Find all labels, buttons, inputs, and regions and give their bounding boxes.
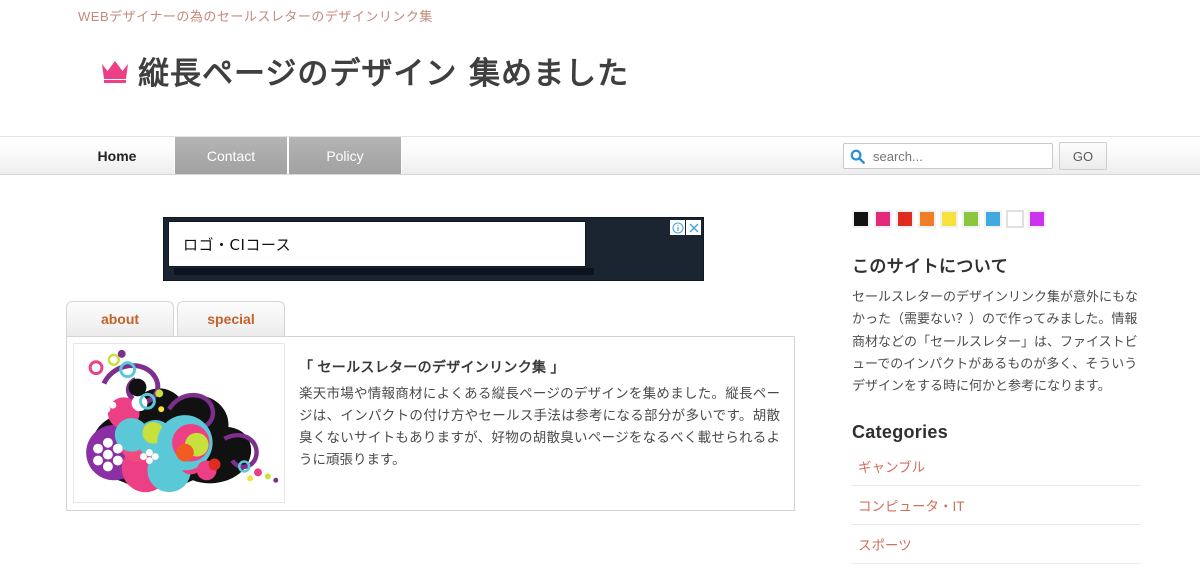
categories-heading: Categories <box>852 421 949 442</box>
color-swatches <box>852 210 1140 228</box>
close-icon <box>688 222 699 233</box>
page-root: WEBデザイナーの為のセールスレターのデザインリンク集 縦長ページのデザイン 集… <box>0 0 1200 564</box>
content-body: 「 セールスレターのデザインリンク集 」 楽天市場や情報商材によくある縦長ページ… <box>299 343 788 504</box>
site-tagline: WEBデザイナーの為のセールスレターのデザインリンク集 <box>78 9 433 24</box>
swatch-yellow[interactable] <box>940 210 958 228</box>
ad-badges <box>670 220 701 235</box>
site-header: WEBデザイナーの為のセールスレターのデザインリンク集 縦長ページのデザイン 集… <box>0 0 1200 136</box>
crown-icon <box>102 60 128 83</box>
search-box[interactable] <box>843 143 1053 169</box>
search-input[interactable] <box>871 147 1046 165</box>
ad-info-button[interactable] <box>670 220 685 235</box>
swatch-pink[interactable] <box>874 210 892 228</box>
search-go-button[interactable]: GO <box>1059 142 1107 170</box>
nav-item-home[interactable]: Home <box>60 137 174 174</box>
category-item[interactable]: ギャンブル <box>852 447 1140 486</box>
swatch-red[interactable] <box>896 210 914 228</box>
ad-creative[interactable]: ロゴ・CIコース <box>168 221 586 267</box>
nav-items: Home Contact Policy <box>60 137 402 174</box>
site-logo[interactable]: 縦長ページのデザイン 集めました <box>100 48 629 93</box>
ad-banner[interactable]: ロゴ・CIコース <box>163 217 704 281</box>
decorative-floral-circles-graphic <box>73 343 285 503</box>
sidebar: このサイトについて セールスレターのデザインリンク集が意外にもなかった（需要ない… <box>852 210 1140 564</box>
site-logo-text: 縦長ページのデザイン 集めました <box>138 56 630 92</box>
ad-shadow <box>174 268 594 275</box>
search-area: GO <box>843 142 1107 170</box>
swatch-white[interactable] <box>1006 210 1024 228</box>
info-icon <box>671 221 684 234</box>
swatch-magenta[interactable] <box>1028 210 1046 228</box>
swatch-blue[interactable] <box>984 210 1002 228</box>
about-heading: このサイトについて <box>852 257 1009 276</box>
swatch-orange[interactable] <box>918 210 936 228</box>
nav-item-policy[interactable]: Policy <box>288 137 402 174</box>
content-panel: 「 セールスレターのデザインリンク集 」 楽天市場や情報商材によくある縦長ページ… <box>66 336 795 511</box>
tab-about[interactable]: about <box>66 301 174 336</box>
swatch-black[interactable] <box>852 210 870 228</box>
content-tabs: about special <box>66 301 285 336</box>
content-title: 「 セールスレターのデザインリンク集 」 <box>299 359 565 375</box>
content-text: 楽天市場や情報商材によくある縦長ページのデザインを集めました。縦長ページは、イン… <box>299 386 780 467</box>
swatch-green[interactable] <box>962 210 980 228</box>
ad-text: ロゴ・CIコース <box>183 235 292 254</box>
category-item[interactable]: スポーツ <box>852 525 1140 564</box>
search-icon <box>850 149 865 164</box>
categories-list: ギャンブル コンピュータ・IT スポーツ <box>852 447 1140 564</box>
tab-special[interactable]: special <box>177 301 285 336</box>
category-item[interactable]: コンピュータ・IT <box>852 486 1140 525</box>
nav-item-contact[interactable]: Contact <box>174 137 288 174</box>
ad-close-button[interactable] <box>686 220 701 235</box>
about-text: セールスレターのデザインリンク集が意外にもなかった（需要ない？）ので作ってみまし… <box>852 289 1139 394</box>
